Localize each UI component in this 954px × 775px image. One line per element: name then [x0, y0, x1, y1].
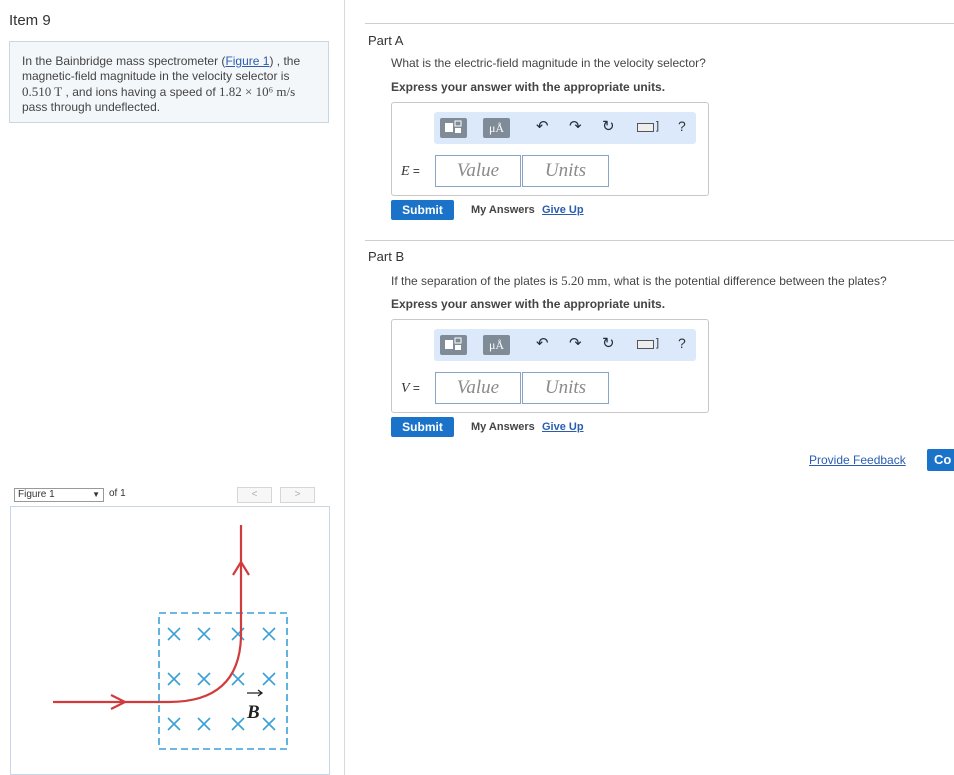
part-b-question: If the separation of the plates is 5.20 …	[391, 273, 887, 289]
help-icon[interactable]: ?	[678, 118, 686, 134]
item-title: Item 9	[9, 12, 51, 29]
part-a-toolbar: μÅ ↶ ↷ ↻ ] ?	[434, 112, 696, 144]
keyboard-icon[interactable]	[637, 123, 654, 132]
part-b-question-1: If the separation of the plates is	[391, 274, 562, 288]
part-a-units-input[interactable]: Units	[522, 155, 609, 187]
equals-sign: =	[409, 164, 420, 178]
redo-icon[interactable]: ↷	[569, 336, 582, 352]
x-mark	[197, 717, 211, 731]
part-b-give-up-link[interactable]: Give Up	[542, 421, 584, 433]
keyboard-bracket: ]	[656, 120, 660, 132]
problem-text-1: In the Bainbridge mass spectrometer (	[22, 54, 226, 68]
part-a-my-answers[interactable]: My Answers	[471, 204, 535, 216]
part-b-toolbar: μÅ ↶ ↷ ↻ ] ?	[434, 329, 696, 361]
x-mark	[231, 627, 245, 641]
units-button[interactable]: μÅ	[483, 118, 510, 138]
figure-link[interactable]: Figure 1	[225, 54, 269, 68]
separation-value: 5.20 mm	[561, 273, 608, 288]
part-a-question: What is the electric-field magnitude in …	[391, 56, 706, 70]
variable-v: V	[401, 381, 410, 396]
figure-next-button[interactable]: >	[280, 487, 315, 503]
x-mark	[197, 672, 211, 686]
reset-icon[interactable]: ↻	[602, 336, 615, 352]
provide-feedback-link[interactable]: Provide Feedback	[809, 453, 906, 467]
ion-path	[53, 525, 243, 704]
templates-icon	[445, 337, 462, 350]
figure-prev-button[interactable]: <	[237, 487, 272, 503]
templates-button[interactable]	[440, 335, 467, 355]
speed-value: 1.82 × 10⁶ m/s	[219, 84, 296, 99]
variable-e: E	[401, 164, 410, 179]
redo-icon[interactable]: ↷	[569, 119, 582, 135]
keyboard-icon[interactable]	[637, 340, 654, 349]
part-b-variable: V =	[401, 381, 420, 397]
divider	[365, 23, 954, 24]
equals-sign: =	[409, 381, 420, 395]
vector-arrow-icon	[247, 689, 264, 697]
part-b-question-2: , what is the potential difference betwe…	[607, 274, 887, 288]
part-b-units-input[interactable]: Units	[522, 372, 609, 404]
help-icon[interactable]: ?	[678, 335, 686, 351]
x-mark	[231, 672, 245, 686]
units-button[interactable]: μÅ	[483, 335, 510, 355]
reset-icon[interactable]: ↻	[602, 119, 615, 135]
x-mark	[167, 717, 181, 731]
templates-button[interactable]	[440, 118, 467, 138]
b-field-label: B	[246, 702, 260, 723]
part-b-my-answers[interactable]: My Answers	[471, 421, 535, 433]
b-value: 0.510 T	[22, 84, 63, 99]
divider	[365, 240, 954, 241]
x-mark	[262, 717, 276, 731]
figure-bar: Figure 1 ▼ of 1 < >	[9, 485, 329, 505]
figure-select[interactable]: Figure 1 ▼	[14, 488, 104, 502]
part-a-answer-box: μÅ ↶ ↷ ↻ ] ? E = Value Units	[391, 102, 709, 196]
part-a-submit-button[interactable]: Submit	[391, 200, 454, 220]
x-mark	[262, 672, 276, 686]
part-b-answer-box: μÅ ↶ ↷ ↻ ] ? V = Value Units	[391, 319, 709, 413]
part-a-give-up-link[interactable]: Give Up	[542, 204, 584, 216]
x-mark	[231, 717, 245, 731]
part-a-value-input[interactable]: Value	[435, 155, 521, 187]
part-b-title: Part B	[368, 249, 405, 264]
x-mark	[197, 627, 211, 641]
templates-icon	[445, 120, 462, 133]
part-b-express: Express your answer with the appropriate…	[391, 297, 666, 311]
problem-text-4: pass through undeflected.	[22, 100, 161, 114]
keyboard-bracket: ]	[656, 337, 660, 349]
continue-button[interactable]: Co	[927, 449, 954, 471]
part-a-title: Part A	[368, 33, 404, 48]
figure-select-label: Figure 1	[18, 489, 55, 500]
part-b-submit-button[interactable]: Submit	[391, 417, 454, 437]
part-b-value-input[interactable]: Value	[435, 372, 521, 404]
spectrometer-figure: B	[53, 525, 288, 750]
x-mark	[167, 627, 181, 641]
part-a-variable: E =	[401, 164, 420, 180]
problem-statement: In the Bainbridge mass spectrometer (Fig…	[9, 41, 329, 123]
part-a-express: Express your answer with the appropriate…	[391, 80, 666, 94]
figure-frame: B	[10, 506, 330, 775]
x-mark	[167, 672, 181, 686]
dropdown-caret-icon: ▼	[92, 490, 100, 499]
x-mark	[262, 627, 276, 641]
figure-count: of 1	[109, 488, 126, 499]
problem-text-3: , and ions having a speed of	[62, 85, 219, 99]
undo-icon[interactable]: ↶	[536, 336, 549, 352]
undo-icon[interactable]: ↶	[536, 119, 549, 135]
